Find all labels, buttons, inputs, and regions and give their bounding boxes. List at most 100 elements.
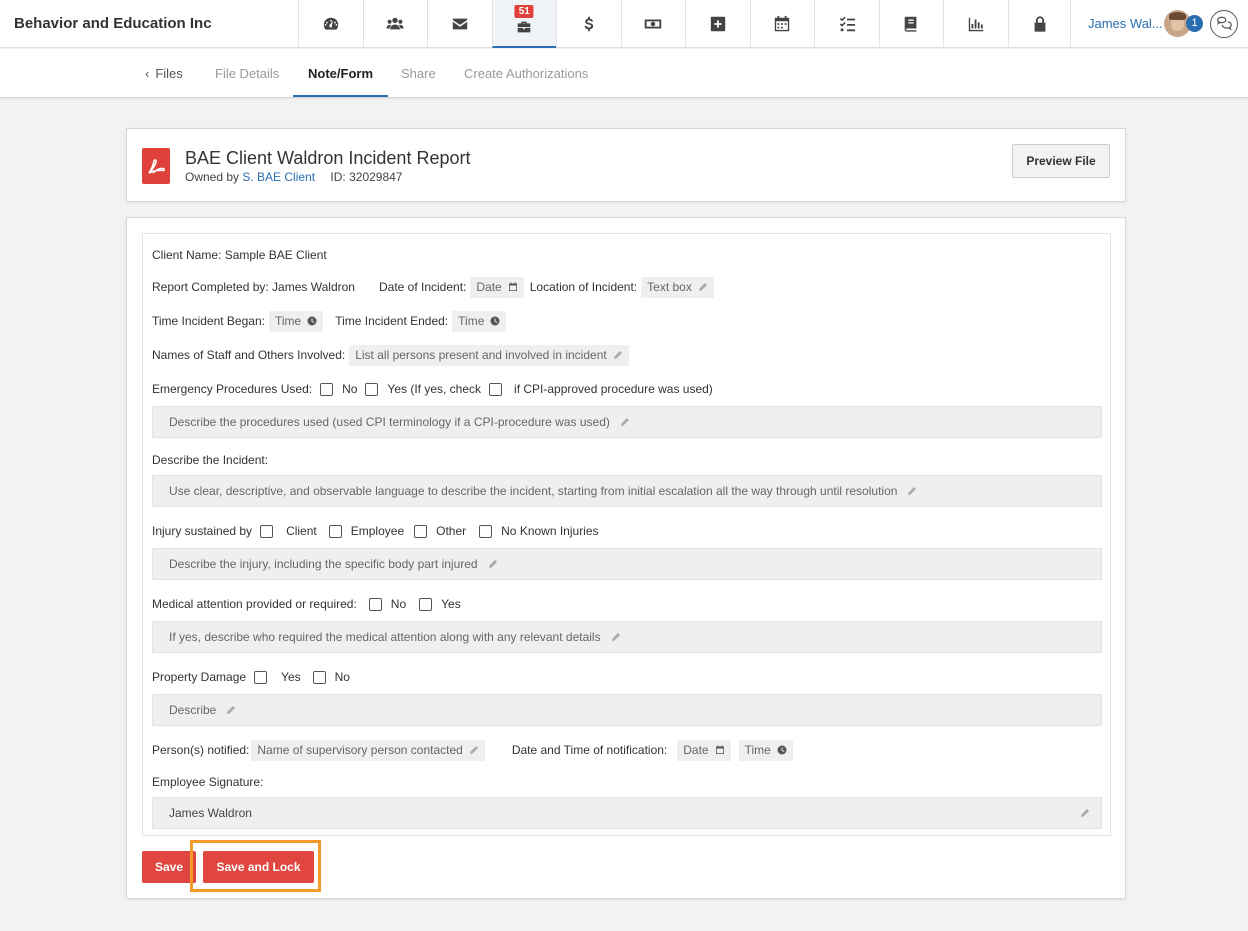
- notified-field[interactable]: Name of supervisory person contacted: [251, 739, 485, 761]
- property-row: Property Damage Yes No: [152, 670, 350, 684]
- location-label: Location of Incident:: [529, 280, 638, 294]
- pencil-icon: [613, 351, 622, 359]
- nav-payroll[interactable]: [620, 0, 686, 48]
- staff-label: Names of Staff and Others Involved:: [152, 348, 346, 362]
- medical-description-field[interactable]: If yes, describe who required the medica…: [152, 621, 1102, 653]
- describe-incident-field[interactable]: Use clear, descriptive, and observable l…: [152, 475, 1102, 507]
- plus-square-icon: [710, 16, 725, 32]
- notification-time-field[interactable]: Time: [738, 739, 793, 761]
- top-bar: Behavior and Education Inc 51 James Wal.…: [0, 0, 1248, 48]
- clock-icon: [307, 316, 317, 326]
- describe-row: Describe the Incident:: [152, 449, 268, 471]
- pencil-icon: [227, 706, 236, 714]
- briefcase-icon: [517, 21, 531, 33]
- location-field[interactable]: Text box: [641, 276, 714, 298]
- dashboard-icon: [323, 17, 338, 30]
- file-id: ID: 32029847: [330, 170, 403, 184]
- injury-row: Injury sustained by Client Employee Othe…: [152, 524, 599, 538]
- chat-icon[interactable]: [1210, 10, 1238, 38]
- main-nav: 51: [298, 0, 1072, 48]
- nav-dashboard[interactable]: [298, 0, 363, 48]
- nav-reports[interactable]: [943, 0, 1008, 48]
- app-title: Behavior and Education Inc: [14, 15, 212, 32]
- form-body: Client Name: Sample BAE Client Report Co…: [142, 233, 1111, 836]
- form-card: Client Name: Sample BAE Client Report Co…: [126, 217, 1126, 899]
- medical-row: Medical attention provided or required: …: [152, 597, 461, 611]
- medical-yes-checkbox[interactable]: [419, 597, 433, 611]
- files-count-badge: 51: [514, 5, 534, 18]
- emergency-no-checkbox[interactable]: [320, 382, 334, 396]
- injury-description-field[interactable]: Describe the injury, including the speci…: [152, 548, 1102, 580]
- staff-row: Names of Staff and Others Involved: List…: [152, 344, 629, 366]
- notification-datetime-label: Date and Time of notification:: [511, 743, 668, 757]
- time-ended-field[interactable]: Time: [452, 310, 507, 332]
- pencil-icon: [698, 283, 707, 291]
- describe-label: Describe the Incident:: [152, 453, 269, 467]
- property-yes-checkbox[interactable]: [254, 670, 268, 684]
- calendar-icon: [508, 282, 517, 291]
- employee-signature-field[interactable]: James Waldron: [152, 797, 1102, 829]
- no-known-injuries-checkbox[interactable]: [479, 524, 493, 538]
- nav-users[interactable]: [362, 0, 428, 48]
- notification-date-field[interactable]: Date: [677, 739, 731, 761]
- clock-icon: [777, 745, 787, 755]
- nav-tasks[interactable]: [814, 0, 879, 48]
- procedures-field[interactable]: Describe the procedures used (used CPI t…: [152, 406, 1102, 438]
- tab-file-details[interactable]: File Details: [215, 49, 279, 97]
- nav-add[interactable]: [685, 0, 750, 48]
- bar-chart-icon: [968, 17, 983, 32]
- client-name-row: Client Name: Sample BAE Client: [152, 244, 327, 266]
- pencil-icon: [620, 418, 629, 426]
- preview-file-button[interactable]: Preview File: [1012, 144, 1110, 178]
- tab-note-form[interactable]: Note/Form: [293, 49, 388, 97]
- nav-mail[interactable]: [427, 0, 492, 48]
- report-info-row: Report Completed by: James Waldron Date …: [152, 276, 714, 298]
- pdf-file-icon: [142, 148, 170, 184]
- back-to-files[interactable]: ‹ Files: [145, 49, 183, 97]
- staff-field[interactable]: List all persons present and involved in…: [349, 344, 629, 366]
- nav-library[interactable]: [878, 0, 944, 48]
- injury-employee-checkbox[interactable]: [328, 524, 342, 538]
- nav-security[interactable]: [1007, 0, 1073, 48]
- tab-share[interactable]: Share: [401, 49, 436, 97]
- document-title: BAE Client Waldron Incident Report: [185, 148, 471, 168]
- nav-billing[interactable]: [556, 0, 621, 48]
- medical-label: Medical attention provided or required:: [152, 597, 357, 611]
- medical-no-checkbox[interactable]: [368, 597, 382, 611]
- date-of-incident-field[interactable]: Date: [470, 276, 524, 298]
- time-began-field[interactable]: Time: [268, 310, 324, 332]
- user-menu[interactable]: James Wal... 1: [1070, 0, 1248, 48]
- property-label: Property Damage: [152, 670, 247, 684]
- pencil-icon: [611, 633, 620, 641]
- user-name[interactable]: James Wal...: [1088, 16, 1163, 31]
- injury-other-checkbox[interactable]: [414, 524, 428, 538]
- signature-label: Employee Signature:: [152, 775, 264, 789]
- time-row: Time Incident Began: Time Time Incident …: [152, 310, 507, 332]
- emergency-row: Emergency Procedures Used: No Yes (If ye…: [152, 382, 713, 396]
- date-of-incident-label: Date of Incident:: [378, 280, 467, 294]
- save-and-lock-button[interactable]: Save and Lock: [203, 851, 314, 883]
- users-icon: [386, 17, 404, 30]
- time-began-label: Time Incident Began:: [152, 314, 265, 328]
- chevron-left-icon: ‹: [145, 66, 150, 81]
- property-no-checkbox[interactable]: [312, 670, 326, 684]
- owned-by-line: Owned by S. BAE Client ID: 32029847: [185, 170, 403, 184]
- nav-files[interactable]: 51: [491, 0, 556, 48]
- nav-calendar[interactable]: [749, 0, 815, 48]
- emergency-yes-checkbox[interactable]: [365, 382, 379, 396]
- cpi-approved-checkbox[interactable]: [489, 382, 503, 396]
- tab-create-authorizations[interactable]: Create Authorizations: [464, 49, 588, 97]
- pencil-icon: [1081, 809, 1089, 817]
- client-name-text: Client Name: Sample BAE Client: [152, 248, 327, 262]
- pencil-icon: [488, 560, 497, 568]
- tasks-icon: [839, 16, 855, 32]
- mail-icon: [452, 18, 467, 30]
- pencil-icon: [908, 487, 917, 495]
- book-icon: [904, 16, 917, 32]
- injury-client-checkbox[interactable]: [260, 524, 274, 538]
- owner-link[interactable]: S. BAE Client: [242, 170, 315, 184]
- property-description-field[interactable]: Describe: [152, 694, 1102, 726]
- save-button[interactable]: Save: [142, 851, 196, 883]
- money-icon: [645, 19, 662, 29]
- lock-icon: [1034, 16, 1046, 32]
